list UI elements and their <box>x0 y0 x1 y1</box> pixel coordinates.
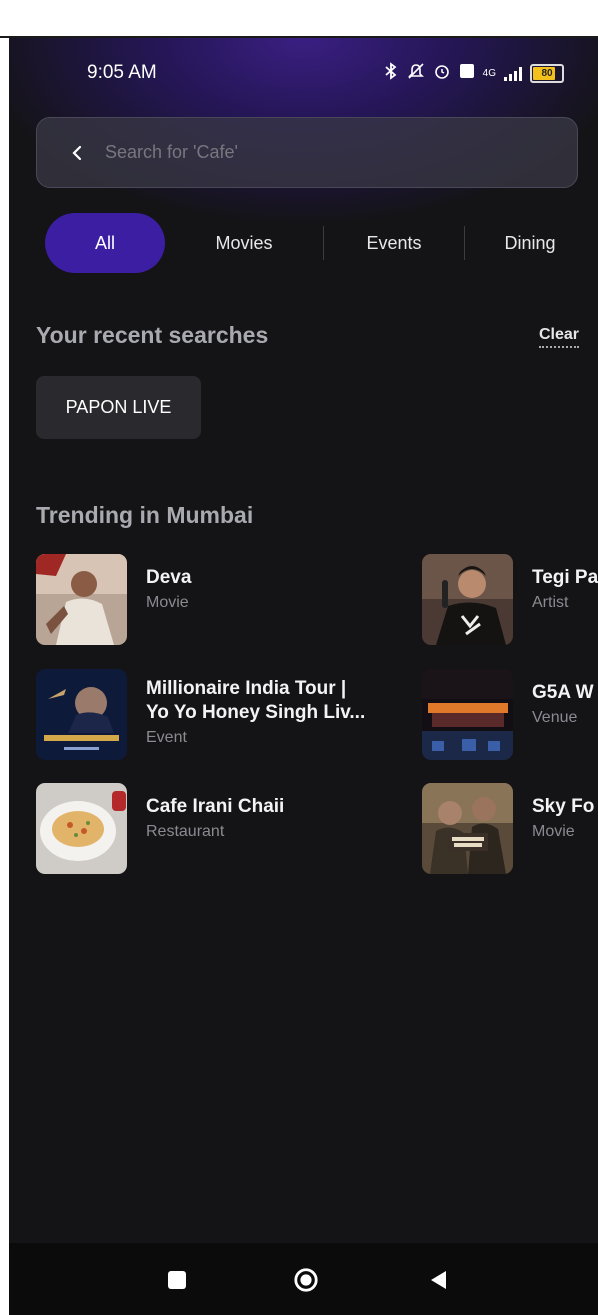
tab-movies[interactable]: Movies <box>165 213 323 273</box>
search-input[interactable] <box>103 141 547 164</box>
millionaire-tour-poster <box>36 669 127 760</box>
deva-poster <box>36 554 127 645</box>
recent-search-chip[interactable]: PAPON LIVE <box>36 376 201 439</box>
signal-icon <box>504 66 522 81</box>
top-frame-bar <box>0 0 598 38</box>
trending-name: Deva <box>146 567 192 588</box>
trending-name-line2: Yo Yo Honey Singh Liv... <box>146 702 366 723</box>
trending-item[interactable]: Deva Movie <box>36 554 191 645</box>
trending-item[interactable]: Sky Fo Movie <box>422 783 594 874</box>
trending-type: Venue <box>532 709 578 726</box>
venue-photo <box>422 669 513 760</box>
mute-icon <box>407 62 425 85</box>
status-icons: 4G 80 <box>383 62 564 85</box>
trending-item[interactable]: Millionaire India Tour | Yo Yo Honey Sin… <box>36 669 365 760</box>
trending-name: Cafe Irani Chaii <box>146 796 285 817</box>
trending-type: Artist <box>532 594 569 611</box>
volte-icon <box>459 63 475 84</box>
recent-searches-title: Your recent searches <box>36 322 269 348</box>
bluetooth-icon <box>383 62 399 85</box>
trending-type: Event <box>146 729 187 746</box>
tab-all[interactable]: All <box>45 213 165 273</box>
artist-photo <box>422 554 513 645</box>
system-nav-bar <box>9 1243 598 1315</box>
trending-item[interactable]: Tegi Pa Artist <box>422 554 598 645</box>
trending-item[interactable]: Cafe Irani Chaii Restaurant <box>36 783 284 874</box>
sky-force-poster <box>422 783 513 874</box>
trending-name: G5A W <box>532 682 594 703</box>
trending-name: Sky Fo <box>532 796 595 817</box>
search-bar[interactable] <box>36 117 578 188</box>
battery-icon: 80 <box>530 64 564 83</box>
trending-type: Movie <box>532 823 575 840</box>
trending-item[interactable]: G5A W Venue <box>422 669 594 760</box>
trending-name: Millionaire India Tour | <box>146 678 347 699</box>
status-time: 9:05 AM <box>87 62 157 83</box>
status-bar: 9:05 AM 4G 80 <box>9 38 598 108</box>
trending-name: Tegi Pa <box>532 567 598 588</box>
phone-screen: 9:05 AM 4G 80 Search for 'Cafe' All Movi… <box>9 38 598 1315</box>
trending-title: Trending in Mumbai <box>36 502 254 528</box>
back-arrow-icon[interactable] <box>65 141 89 165</box>
category-tabs: All Movies Events Dining <box>45 212 595 274</box>
recents-icon[interactable] <box>164 1267 190 1293</box>
home-icon[interactable] <box>293 1267 319 1293</box>
trending-type: Restaurant <box>146 823 225 840</box>
restaurant-photo <box>36 783 127 874</box>
tab-dining[interactable]: Dining <box>465 213 595 273</box>
battery-level: 80 <box>541 68 553 79</box>
alarm-icon <box>433 62 451 85</box>
trending-type: Movie <box>146 594 189 611</box>
clear-button[interactable]: Clear <box>538 326 579 348</box>
tab-events[interactable]: Events <box>324 213 464 273</box>
network-type-icon: 4G <box>482 68 496 79</box>
back-icon[interactable] <box>425 1267 451 1293</box>
